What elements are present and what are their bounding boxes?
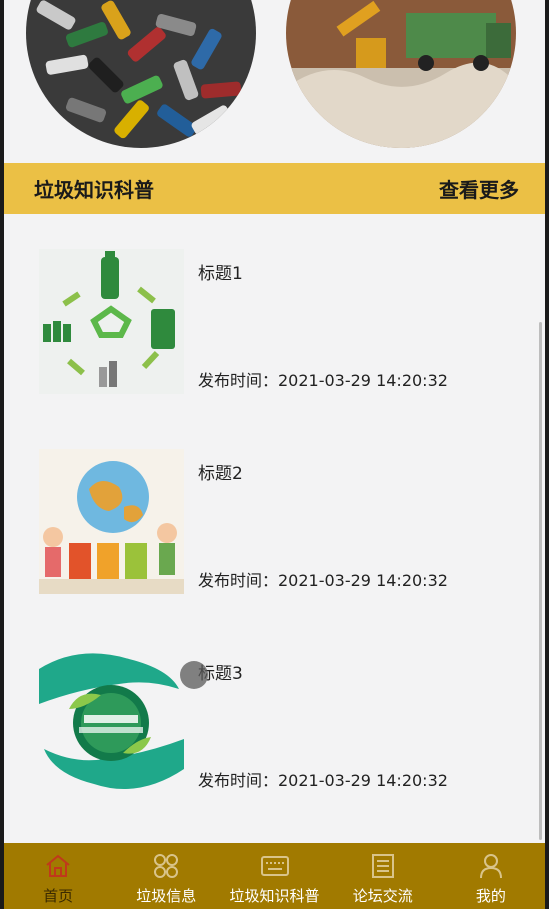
batteries-image[interactable] <box>26 0 256 148</box>
app-frame: 垃圾知识科普 查看更多 标题1 发布时间：2021-03-29 14:20:32… <box>4 0 545 909</box>
section-title: 垃圾知识科普 <box>34 178 154 202</box>
tab-label: 垃圾知识科普 <box>229 887 320 905</box>
tab-knowledge[interactable]: 垃圾知识科普 <box>220 843 328 909</box>
bottom-tab-bar: 首页 垃圾信息 垃圾知识科普 论坛交流 我的 <box>4 843 545 909</box>
scrollbar[interactable] <box>539 322 542 840</box>
article-item-1[interactable]: 标题1 发布时间：2021-03-29 14:20:32 <box>39 249 519 395</box>
user-icon <box>476 851 506 881</box>
tab-forum[interactable]: 论坛交流 <box>329 843 437 909</box>
tab-home[interactable]: 首页 <box>4 843 112 909</box>
tab-label: 垃圾信息 <box>136 887 197 905</box>
tab-mine[interactable]: 我的 <box>437 843 545 909</box>
article-item-2[interactable]: 标题2 发布时间：2021-03-29 14:20:32 <box>39 449 519 595</box>
kids-earth-sorting-image <box>39 449 184 594</box>
home-icon <box>43 851 73 881</box>
section-header: 垃圾知识科普 查看更多 <box>4 163 545 214</box>
article-title: 标题1 <box>198 264 243 284</box>
recycling-bottles-image <box>39 249 184 394</box>
article-time: 发布时间：2021-03-29 14:20:32 <box>198 371 448 390</box>
touch-cursor <box>180 661 208 689</box>
keyboard-icon <box>260 851 290 881</box>
grid-icon <box>151 851 181 881</box>
tab-label: 首页 <box>43 887 74 905</box>
tab-garbage-info[interactable]: 垃圾信息 <box>112 843 220 909</box>
article-item-3[interactable]: 标题3 发布时间：2021-03-29 14:20:32 <box>39 649 519 795</box>
tab-label: 论坛交流 <box>352 887 413 905</box>
article-title: 标题2 <box>198 464 243 484</box>
forum-icon <box>368 851 398 881</box>
save-the-world-image <box>39 649 184 794</box>
article-time: 发布时间：2021-03-29 14:20:32 <box>198 571 448 590</box>
tab-label: 我的 <box>475 887 506 905</box>
view-more-link[interactable]: 查看更多 <box>439 174 519 203</box>
article-time: 发布时间：2021-03-29 14:20:32 <box>198 771 448 790</box>
construction-waste-image[interactable] <box>286 0 516 148</box>
